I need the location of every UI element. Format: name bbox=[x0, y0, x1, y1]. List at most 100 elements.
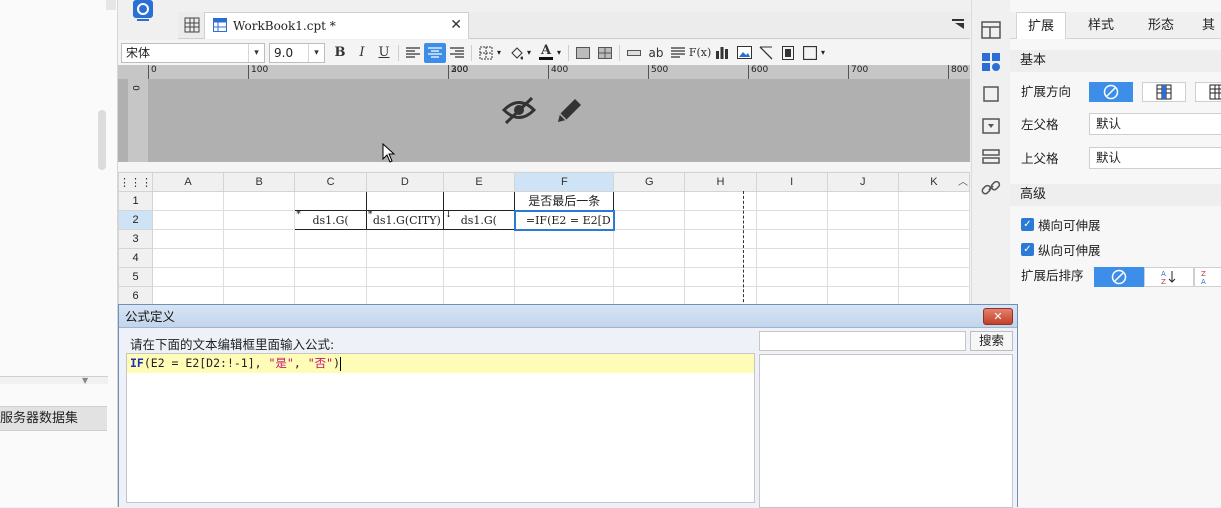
cell-f1[interactable]: 是否最后一条 bbox=[514, 191, 615, 211]
cell[interactable] bbox=[897, 248, 970, 268]
cell[interactable] bbox=[826, 229, 899, 249]
vertical-expand-button[interactable] bbox=[1142, 82, 1186, 102]
condition-attribute-icon[interactable] bbox=[981, 148, 1001, 168]
col-header-a[interactable]: A bbox=[151, 172, 225, 192]
cell[interactable] bbox=[684, 267, 757, 287]
cell[interactable] bbox=[365, 267, 444, 287]
cell[interactable] bbox=[826, 286, 899, 306]
report-header-area[interactable] bbox=[118, 79, 970, 162]
cell[interactable] bbox=[897, 286, 970, 306]
cell-h2[interactable] bbox=[684, 210, 757, 230]
cell-g1[interactable] bbox=[613, 191, 686, 211]
cell[interactable] bbox=[514, 229, 615, 249]
cell[interactable] bbox=[442, 248, 516, 268]
col-header-j[interactable]: J bbox=[826, 172, 899, 192]
col-header-f[interactable]: F bbox=[514, 172, 615, 192]
sort-ascending-icon[interactable]: AZ bbox=[1144, 267, 1194, 287]
col-header-i[interactable]: I bbox=[755, 172, 828, 192]
formula-line[interactable]: IF(E2 = E2[D2:!-1], "是", "否") bbox=[127, 354, 754, 373]
cell-j1[interactable] bbox=[826, 191, 899, 211]
col-header-h[interactable]: H bbox=[684, 172, 757, 192]
scroll-up-icon[interactable]: ︿ bbox=[956, 173, 970, 189]
formula-editor[interactable]: IF(E2 = E2[D2:!-1], "是", "否") bbox=[126, 353, 755, 503]
cell[interactable] bbox=[514, 248, 615, 268]
cell[interactable] bbox=[755, 286, 828, 306]
cell[interactable] bbox=[684, 286, 757, 306]
collapse-arrow-icon[interactable]: ▼ bbox=[82, 376, 88, 385]
cell[interactable] bbox=[613, 286, 686, 306]
app-logo-icon[interactable] bbox=[130, 0, 156, 22]
row-header[interactable]: 3 bbox=[118, 229, 153, 249]
cell-d2[interactable]: * ds1.G(CITY) bbox=[365, 210, 444, 230]
align-left-icon[interactable] bbox=[402, 43, 424, 63]
cell[interactable] bbox=[151, 229, 225, 249]
cell-c2[interactable]: * ds1.G( bbox=[294, 210, 367, 230]
split-cells-icon[interactable] bbox=[594, 43, 616, 63]
cell-e1[interactable] bbox=[442, 191, 516, 211]
sort-descending-icon[interactable]: ZA bbox=[1194, 267, 1221, 287]
cell-d1[interactable] bbox=[365, 191, 444, 211]
bold-button[interactable]: B bbox=[329, 43, 351, 63]
cell[interactable] bbox=[223, 229, 296, 249]
cell-k2[interactable] bbox=[897, 210, 970, 230]
function-list[interactable] bbox=[759, 354, 1013, 508]
pane-splitter[interactable] bbox=[0, 376, 108, 384]
sub-report-icon[interactable] bbox=[777, 43, 799, 63]
row-header[interactable]: 1 bbox=[118, 191, 153, 211]
image-icon[interactable] bbox=[733, 43, 755, 63]
cell[interactable] bbox=[684, 229, 757, 249]
cell[interactable] bbox=[613, 267, 686, 287]
col-header-b[interactable]: B bbox=[223, 172, 296, 192]
tab-expand[interactable]: 扩展 bbox=[1016, 12, 1066, 39]
cell-i1[interactable] bbox=[755, 191, 828, 211]
cell-e2[interactable]: ↓ ds1.G( bbox=[442, 210, 516, 230]
cell[interactable] bbox=[151, 286, 225, 306]
cell-k1[interactable] bbox=[897, 191, 970, 211]
cell[interactable] bbox=[365, 248, 444, 268]
cell[interactable] bbox=[826, 248, 899, 268]
grid-layout-icon[interactable] bbox=[184, 17, 200, 36]
tab-workbook[interactable]: WorkBook1.cpt * ✕ bbox=[204, 12, 469, 39]
cell[interactable] bbox=[514, 286, 615, 306]
widget-settings-icon[interactable] bbox=[981, 52, 1001, 72]
cell[interactable] bbox=[294, 229, 367, 249]
chevron-down-icon[interactable]: ▾ bbox=[527, 48, 531, 57]
function-search-input[interactable] bbox=[759, 331, 966, 351]
top-parent-select[interactable]: 默认 bbox=[1089, 147, 1221, 169]
align-right-icon[interactable] bbox=[446, 43, 468, 63]
col-header-c[interactable]: C bbox=[294, 172, 367, 192]
tab-form[interactable]: 形态 bbox=[1136, 12, 1186, 39]
select-all-corner[interactable]: ⋮⋮⋮ bbox=[118, 172, 153, 192]
font-size-select[interactable]: 9.0 ▾ bbox=[269, 42, 325, 63]
cell[interactable] bbox=[613, 229, 686, 249]
formula-button[interactable]: F(x) bbox=[689, 43, 711, 63]
cell-b1[interactable] bbox=[223, 191, 296, 211]
h-expandable-checkbox[interactable]: ✓ 横向可伸展 bbox=[1021, 215, 1101, 234]
cell[interactable] bbox=[365, 286, 444, 306]
close-icon[interactable]: ✕ bbox=[983, 308, 1013, 325]
cell-a2[interactable] bbox=[151, 210, 225, 230]
cell[interactable] bbox=[223, 267, 296, 287]
left-parent-select[interactable]: 默认 bbox=[1089, 113, 1221, 135]
text-ab-button[interactable]: ab bbox=[645, 43, 667, 63]
left-scrollbar-thumb[interactable] bbox=[98, 110, 106, 170]
cell[interactable] bbox=[684, 248, 757, 268]
cell[interactable] bbox=[897, 229, 970, 249]
slash-icon[interactable] bbox=[755, 43, 777, 63]
no-expand-button[interactable] bbox=[1089, 82, 1133, 102]
col-header-e[interactable]: E bbox=[442, 172, 516, 192]
col-header-d[interactable]: D bbox=[365, 172, 444, 192]
left-scrollbar-top[interactable] bbox=[106, 0, 116, 10]
hidden-eye-icon[interactable] bbox=[501, 95, 537, 128]
server-dataset-tab[interactable]: 服务器数据集 bbox=[0, 406, 107, 431]
row-header[interactable]: 4 bbox=[118, 248, 153, 268]
cell-b2[interactable] bbox=[223, 210, 296, 230]
cell[interactable] bbox=[442, 229, 516, 249]
cell[interactable] bbox=[514, 267, 615, 287]
tab-style[interactable]: 样式 bbox=[1076, 12, 1126, 39]
border-icon[interactable] bbox=[475, 43, 497, 63]
cell[interactable] bbox=[294, 286, 367, 306]
chevron-down-icon[interactable]: ▾ bbox=[497, 48, 501, 57]
font-color-button[interactable]: A bbox=[535, 43, 557, 63]
cell-j2[interactable] bbox=[826, 210, 899, 230]
